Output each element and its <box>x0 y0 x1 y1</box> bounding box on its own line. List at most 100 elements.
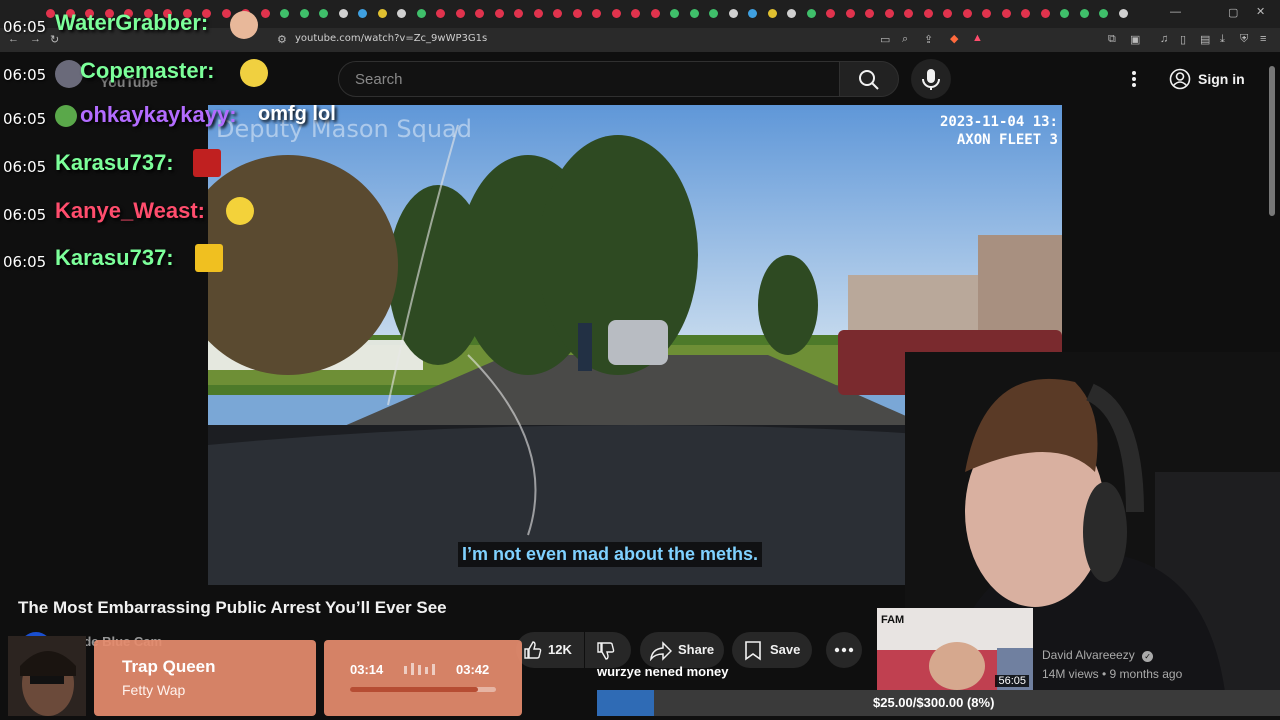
close-window-icon[interactable]: ✕ <box>1256 5 1265 18</box>
share-page-icon[interactable]: ⇪ <box>924 33 933 46</box>
dislike-button[interactable] <box>585 632 631 668</box>
bookmark-icon <box>745 641 761 661</box>
browser-tab-icon[interactable] <box>767 9 777 18</box>
total-time: 03:42 <box>456 662 490 677</box>
chat-time: 06:05 <box>3 158 47 176</box>
browser-tab-icon[interactable] <box>299 9 309 18</box>
chat-time: 06:05 <box>3 110 47 128</box>
screenshot-icon[interactable]: ▣ <box>1130 33 1140 46</box>
browser-tab-icon[interactable] <box>338 9 348 18</box>
badge-icon <box>55 105 77 127</box>
browser-tab-icon[interactable] <box>1001 9 1011 18</box>
browser-tab-icon[interactable] <box>806 9 816 18</box>
settings-menu-button[interactable] <box>1124 66 1144 92</box>
search-input[interactable]: Search <box>338 61 840 97</box>
playback-progress-fill <box>350 687 478 692</box>
browser-tab-icon[interactable] <box>358 9 367 18</box>
scrollbar-thumb[interactable] <box>1269 66 1275 216</box>
browser-tab-icon[interactable] <box>494 9 504 18</box>
browser-tab-icon[interactable] <box>943 9 952 18</box>
extensions-icon[interactable]: ⧉ <box>1108 33 1116 46</box>
rewards-icon[interactable]: ▲ <box>972 32 983 44</box>
sidebar-icon[interactable]: ▯ <box>1180 33 1186 46</box>
browser-tab-icon[interactable] <box>514 9 523 18</box>
browser-tab-icon[interactable] <box>1040 9 1050 18</box>
browser-tab-icon[interactable] <box>611 9 621 18</box>
browser-tab-icon[interactable] <box>904 9 913 18</box>
browser-tab-icon[interactable] <box>46 9 55 18</box>
browser-tab-icon[interactable] <box>845 9 855 18</box>
browser-tab-icon[interactable] <box>592 9 601 18</box>
maximize-window-icon[interactable]: ▢ <box>1228 6 1238 19</box>
chat-username: ohkaykaykayy: <box>80 102 237 127</box>
more-actions-button[interactable] <box>826 632 862 668</box>
voice-search-button[interactable] <box>911 59 951 99</box>
recommended-meta: 14M views • 9 months ago <box>1042 667 1183 681</box>
browser-tab-icon[interactable] <box>728 9 738 18</box>
chat-text: omfg lol <box>258 103 336 125</box>
video-overlay-timestamp: 2023-11-04 13: AXON FLEET 3 <box>940 113 1058 149</box>
browser-tab-icon[interactable] <box>709 9 718 18</box>
video-overlay-title: Deputy Mason Squad <box>216 115 472 143</box>
browser-tab-icon[interactable] <box>397 9 406 18</box>
sign-in-button[interactable]: Sign in <box>1163 62 1255 96</box>
browser-tab-icon[interactable] <box>280 9 289 18</box>
chat-time: 06:05 <box>3 253 47 271</box>
browser-tab-icon[interactable] <box>826 9 835 18</box>
browser-tab-icon[interactable] <box>1021 9 1030 18</box>
browser-tab-icon[interactable] <box>631 9 640 18</box>
browser-tab-icon[interactable] <box>1060 9 1069 18</box>
url-text[interactable]: youtube.com/watch?v=Zc_9wWP3G1s <box>295 33 487 44</box>
verified-icon: ✓ <box>1142 651 1154 662</box>
donation-goal-fill <box>597 690 654 716</box>
browser-tab-icon[interactable] <box>1079 9 1089 18</box>
wallet-icon[interactable]: ▤ <box>1200 33 1210 46</box>
cast-icon[interactable]: ▭ <box>880 33 890 46</box>
browser-tab-icon[interactable] <box>865 9 874 18</box>
recommended-channel[interactable]: David Alvareeezy ✓ <box>1042 648 1154 662</box>
browser-tab-icon[interactable] <box>962 9 972 18</box>
browser-tab-icon[interactable] <box>221 9 231 18</box>
browser-tab-icon[interactable] <box>982 9 991 18</box>
album-art <box>8 636 86 716</box>
minimize-window-icon[interactable]: — <box>1170 6 1181 18</box>
downloads-icon[interactable]: ⤓ <box>1220 33 1225 46</box>
browser-tab-icon[interactable] <box>572 9 582 18</box>
emote-icon <box>226 197 254 225</box>
chat-username: WaterGrabber: <box>55 10 209 35</box>
browser-tab-icon[interactable] <box>1118 9 1128 18</box>
playback-progress-bar <box>350 687 496 692</box>
browser-tab-icon[interactable] <box>670 9 679 18</box>
browser-tab-icon[interactable] <box>1099 9 1108 18</box>
overlay-timestamp-line2: AXON FLEET 3 <box>956 132 1058 148</box>
emote-icon <box>240 59 268 87</box>
zoom-icon[interactable]: ⌕ <box>902 33 908 46</box>
menu-icon[interactable]: ≡ <box>1260 33 1266 45</box>
browser-tab-icon[interactable] <box>923 9 933 18</box>
save-button[interactable]: Save <box>732 632 812 668</box>
chat-time: 06:05 <box>3 18 47 36</box>
page-scrollbar[interactable] <box>1268 60 1276 688</box>
browser-tab-icon[interactable] <box>787 9 796 18</box>
browser-tab-icon[interactable] <box>319 9 328 18</box>
brave-shield-icon[interactable]: ◆ <box>950 32 958 45</box>
browser-tab-icon[interactable] <box>650 9 660 18</box>
browser-tab-icon[interactable] <box>455 9 465 18</box>
recommended-video-thumbnail[interactable]: FAM 56:05 <box>877 608 1033 690</box>
search-button[interactable] <box>839 61 899 97</box>
browser-tab-icon[interactable] <box>553 9 562 18</box>
browser-tab-icon[interactable] <box>377 9 387 18</box>
browser-tab-icon[interactable] <box>260 9 270 18</box>
browser-tab-icon[interactable] <box>748 9 757 18</box>
browser-tab-icon[interactable] <box>884 9 894 18</box>
browser-tab-icon[interactable] <box>533 9 543 18</box>
browser-tab-icon[interactable] <box>416 9 426 18</box>
browser-tab-icon[interactable] <box>689 9 699 18</box>
site-info-icon[interactable]: ⚙ <box>277 33 287 46</box>
browser-tab-icon[interactable] <box>436 9 445 18</box>
like-button[interactable]: 12K <box>516 632 584 668</box>
browser-tab-icon[interactable] <box>475 9 484 18</box>
media-icon[interactable]: ♫ <box>1160 33 1168 45</box>
share-button[interactable]: Share <box>640 632 724 668</box>
vpn-icon[interactable]: ⛨ <box>1240 33 1248 46</box>
